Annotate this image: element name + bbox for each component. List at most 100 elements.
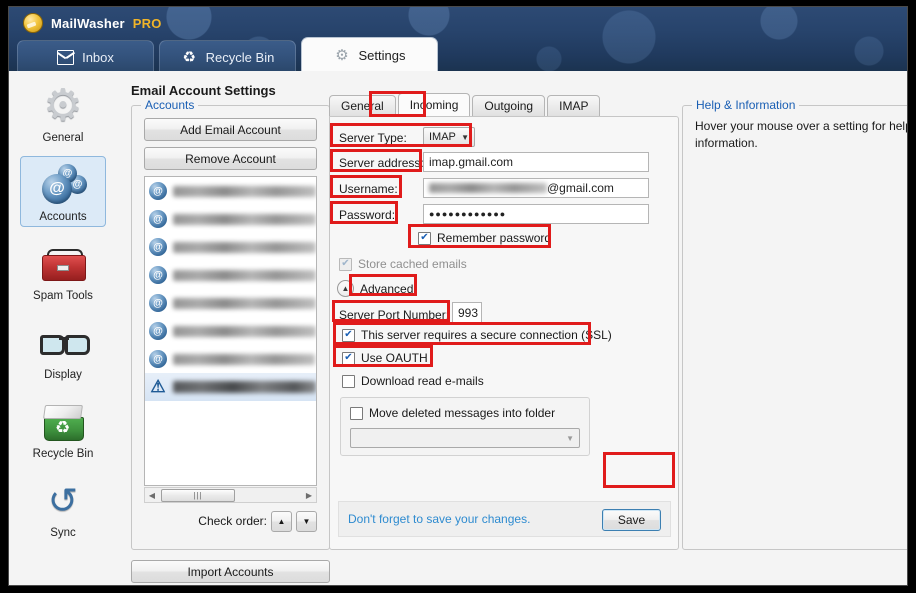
remember-password-checkbox-row[interactable]: Remember password bbox=[418, 231, 551, 245]
advanced-label: Advanced bbox=[360, 281, 414, 296]
warning-triangle-icon: ⚠ bbox=[150, 377, 166, 396]
account-name-redacted bbox=[173, 353, 315, 365]
scrollbar-thumb[interactable]: ||| bbox=[161, 488, 235, 502]
account-name-redacted bbox=[173, 325, 316, 337]
list-item[interactable]: @ bbox=[145, 233, 316, 261]
move-deleted-folder-dropdown[interactable]: ▼ bbox=[350, 428, 580, 448]
list-item[interactable]: @ bbox=[145, 345, 316, 373]
server-type-dropdown[interactable]: IMAP ▼ bbox=[423, 127, 475, 147]
download-read-emails-checkbox-row[interactable]: Download read e-mails bbox=[342, 374, 484, 388]
server-address-value: imap.gmail.com bbox=[429, 155, 514, 169]
arrow-up-icon[interactable]: ▲ bbox=[271, 510, 292, 532]
save-bar: Don't forget to save your changes. Save bbox=[338, 501, 671, 537]
server-address-input[interactable]: imap.gmail.com bbox=[423, 152, 649, 172]
recycle-bin-icon bbox=[38, 399, 88, 445]
import-accounts-button[interactable]: Import Accounts bbox=[131, 560, 330, 583]
sidebar-item-general-label: General bbox=[42, 132, 84, 144]
tab-recycle-bin-label: Recycle Bin bbox=[205, 49, 275, 65]
sidebar: ⚙ General @ @ @ Accounts Spam Tools Displa… bbox=[9, 71, 117, 585]
sidebar-item-display-label: Display bbox=[44, 369, 82, 381]
sidebar-item-recycle-bin[interactable]: Recycle Bin bbox=[20, 393, 106, 464]
list-item[interactable]: @ bbox=[145, 261, 316, 289]
store-cached-emails-checkbox-row: Store cached emails bbox=[339, 257, 467, 271]
list-item[interactable]: @ bbox=[145, 177, 316, 205]
password-input[interactable]: ●●●●●●●●●●●● bbox=[423, 204, 649, 224]
tab-imap[interactable]: IMAP bbox=[547, 95, 601, 117]
username-value: @gmail.com bbox=[547, 181, 614, 195]
ssl-checkbox[interactable] bbox=[342, 328, 355, 342]
sidebar-item-accounts[interactable]: @ @ @ Accounts bbox=[20, 156, 106, 227]
at-sphere-icon: @ bbox=[149, 294, 167, 312]
save-button[interactable]: Save bbox=[602, 509, 661, 531]
accounts-list[interactable]: @ @ @ @ @ @ @ ⚠ bbox=[144, 176, 317, 486]
account-name-redacted bbox=[173, 297, 316, 309]
list-item[interactable]: @ bbox=[145, 317, 316, 345]
glasses-icon bbox=[38, 320, 90, 366]
tab-outgoing[interactable]: Outgoing bbox=[472, 95, 546, 117]
oauth-checkbox[interactable] bbox=[342, 351, 355, 365]
remove-account-button[interactable]: Remove Account bbox=[144, 147, 317, 170]
move-deleted-checkbox-row[interactable]: Move deleted messages into folder bbox=[350, 406, 555, 420]
gear-icon: ⚙ bbox=[43, 81, 83, 130]
arrow-down-icon[interactable]: ▼ bbox=[296, 510, 317, 532]
account-name-redacted bbox=[173, 241, 316, 253]
toolbox-icon bbox=[38, 241, 88, 287]
at-sphere-icon: @ bbox=[149, 238, 167, 256]
password-value: ●●●●●●●●●●●● bbox=[429, 209, 507, 219]
mailwasher-logo-icon bbox=[23, 13, 43, 33]
application-window: MailWasher PRO Inbox ♻ Recycle Bin ⚙ Sett… bbox=[8, 6, 908, 586]
move-deleted-group: Move deleted messages into folder ▼ bbox=[340, 397, 590, 456]
accounts-horizontal-scrollbar[interactable]: ◀ ||| ▶ bbox=[144, 487, 317, 503]
main-tabstrip: Inbox ♻ Recycle Bin ⚙ Settings bbox=[17, 37, 443, 73]
server-port-label: Server Port Number: bbox=[339, 308, 450, 322]
add-email-account-button[interactable]: Add Email Account bbox=[144, 118, 317, 141]
title-bar: MailWasher PRO Inbox ♻ Recycle Bin ⚙ Sett… bbox=[9, 7, 907, 73]
server-type-value: IMAP bbox=[429, 131, 456, 143]
list-item[interactable]: @ bbox=[145, 289, 316, 317]
download-read-emails-checkbox[interactable] bbox=[342, 374, 355, 388]
sidebar-item-spam-tools[interactable]: Spam Tools bbox=[20, 235, 106, 306]
username-input[interactable]: @gmail.com bbox=[423, 178, 649, 198]
sidebar-item-sync[interactable]: ↺ Sync bbox=[20, 472, 106, 543]
chevron-up-circle-icon[interactable]: ▲ bbox=[337, 280, 354, 297]
tab-recycle-bin[interactable]: ♻ Recycle Bin bbox=[159, 40, 296, 73]
username-label: Username: bbox=[339, 182, 398, 196]
page-title: Email Account Settings bbox=[131, 83, 276, 98]
advanced-section-toggle[interactable]: ▲ Advanced bbox=[337, 280, 413, 297]
at-sphere-icon: @ bbox=[149, 322, 167, 340]
content-area: Email Account Settings Accounts Add Emai… bbox=[117, 71, 907, 585]
password-label: Password: bbox=[339, 208, 396, 222]
help-panel: Help & Information Hover your mouse over… bbox=[682, 98, 907, 550]
recycle-icon: ♻ bbox=[182, 48, 196, 66]
sidebar-item-general[interactable]: ⚙ General bbox=[20, 77, 106, 148]
at-sphere-icon: @ bbox=[149, 210, 167, 228]
sidebar-item-display[interactable]: Display bbox=[20, 314, 106, 385]
tab-general[interactable]: General bbox=[329, 95, 396, 117]
brand-name: MailWasher bbox=[51, 15, 125, 31]
body-area: ⚙ General @ @ @ Accounts Spam Tools Displa… bbox=[9, 71, 907, 585]
chevron-down-icon: ▼ bbox=[461, 132, 469, 142]
account-name-redacted bbox=[173, 213, 316, 225]
account-name-redacted bbox=[173, 381, 316, 393]
tab-incoming[interactable]: Incoming bbox=[397, 93, 471, 117]
arrow-left-icon[interactable]: ◀ bbox=[145, 491, 159, 500]
tab-inbox[interactable]: Inbox bbox=[17, 40, 154, 73]
at-sphere-icon: @ bbox=[149, 266, 167, 284]
chevron-down-icon: ▼ bbox=[566, 433, 574, 443]
save-note: Don't forget to save your changes. bbox=[348, 512, 531, 526]
list-item-selected[interactable]: ⚠ bbox=[145, 373, 316, 401]
remember-password-label: Remember password bbox=[437, 231, 552, 245]
ssl-checkbox-row[interactable]: This server requires a secure connection… bbox=[342, 328, 612, 342]
envelope-icon bbox=[57, 49, 75, 65]
move-deleted-checkbox[interactable] bbox=[350, 406, 363, 420]
oauth-checkbox-row[interactable]: Use OAUTH bbox=[342, 351, 428, 365]
remember-password-checkbox[interactable] bbox=[418, 231, 431, 245]
list-item[interactable]: @ bbox=[145, 205, 316, 233]
ssl-label: This server requires a secure connection… bbox=[361, 328, 612, 342]
server-type-label: Server Type: bbox=[339, 131, 407, 145]
tab-settings[interactable]: ⚙ Settings bbox=[301, 37, 438, 73]
server-port-input[interactable]: 993 bbox=[452, 302, 482, 323]
at-sphere-icon: @ bbox=[149, 350, 167, 368]
sidebar-item-recycle-bin-label: Recycle Bin bbox=[32, 448, 94, 460]
arrow-right-icon[interactable]: ▶ bbox=[302, 491, 316, 500]
